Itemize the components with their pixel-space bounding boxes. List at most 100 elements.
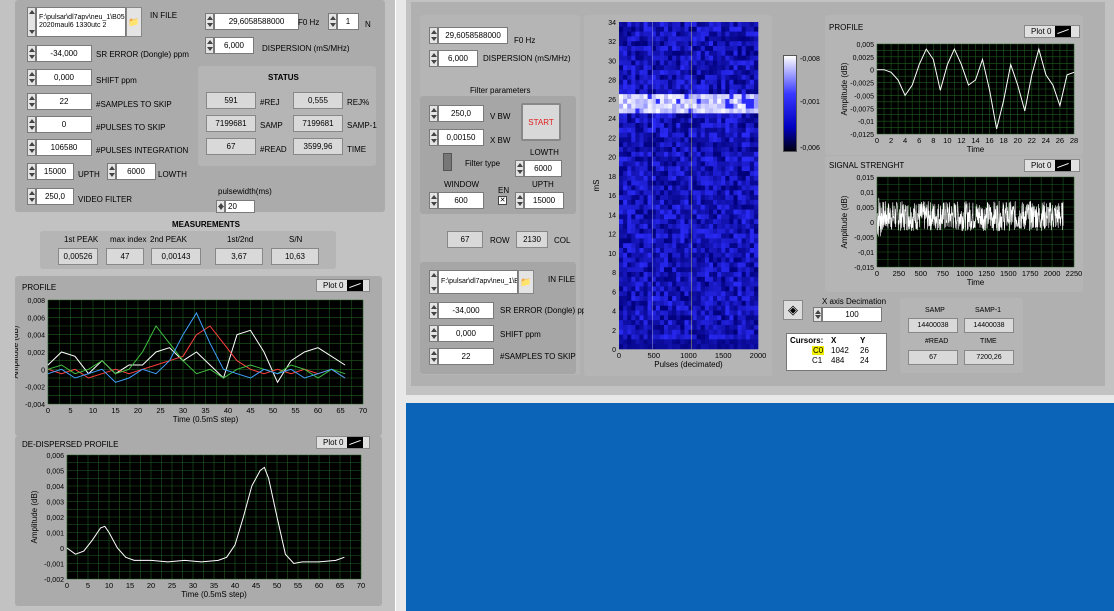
heatmap-cell	[733, 339, 738, 345]
heatmap-cell	[725, 243, 730, 249]
heatmap-cell	[721, 65, 726, 71]
dedispersed-data-point	[251, 485, 253, 487]
heatmap-cell	[753, 127, 759, 133]
heatmap-cell	[639, 329, 644, 335]
heatmap-cell	[643, 281, 648, 287]
heatmap-cell	[745, 65, 751, 71]
heatmap-cell	[655, 89, 661, 95]
right-dispersion-input[interactable]: 6,000	[429, 50, 478, 67]
pulsewidth-input[interactable]: 20	[216, 199, 255, 213]
heatmap-cell	[749, 296, 755, 302]
heatmap-cell	[647, 118, 653, 124]
heatmap-cell	[672, 103, 677, 109]
video-filter-input[interactable]: 250,0	[27, 188, 74, 205]
heatmap-cell	[643, 171, 648, 177]
left-profile-data-point	[223, 343, 224, 344]
cursor-c1-name[interactable]: C1	[812, 356, 822, 365]
lowth-input[interactable]: 6000	[107, 163, 156, 180]
shift-input[interactable]: 0,000	[27, 69, 92, 86]
heatmap-cell	[663, 70, 669, 76]
heatmap-cell	[639, 252, 644, 258]
left-profile-data-point	[155, 373, 157, 374]
xdec-input[interactable]: 100	[813, 307, 882, 322]
left-dispersion-input[interactable]: 6,000	[205, 37, 254, 54]
heatmap-cell	[737, 180, 742, 186]
pan-tool-icon[interactable]: ◈	[783, 300, 803, 320]
vbw-input[interactable]: 250,0	[429, 105, 484, 122]
heatmap-cell	[721, 84, 726, 90]
heatmap-cell	[676, 228, 681, 234]
heatmap-cell	[708, 26, 714, 32]
xbw-input[interactable]: 0,00150	[429, 129, 484, 146]
right-upth-input[interactable]: 15000	[515, 192, 564, 209]
heatmap-cell	[635, 171, 640, 177]
heatmap-cell	[631, 132, 636, 138]
heatmap-cell	[725, 233, 730, 239]
right-folder-icon[interactable]: 📁	[518, 270, 534, 294]
heatmap-cell	[672, 127, 677, 133]
heatmap-cell	[659, 151, 665, 157]
left-scrollbar[interactable]	[396, 0, 406, 611]
heatmap-cell	[713, 320, 718, 326]
signal-x-tick: 250	[893, 269, 906, 278]
right-shift-input[interactable]: 0,000	[429, 325, 494, 342]
signal-legend[interactable]: Plot 0	[1024, 159, 1080, 172]
left-profile-legend[interactable]: Plot 0	[316, 279, 370, 292]
left-profile-data-point	[169, 343, 170, 344]
heatmap-cell	[631, 147, 636, 153]
right-sr-error-input[interactable]: -34,000	[429, 302, 494, 319]
window-input[interactable]: 600	[429, 192, 484, 209]
heatmap-cell	[684, 142, 689, 148]
right-lowth-input[interactable]: 6000	[515, 160, 562, 177]
heatmap-cell	[668, 65, 673, 71]
pulses-skip-input[interactable]: 0	[27, 116, 92, 133]
filter-type-switch[interactable]	[443, 153, 452, 171]
right-profile-data-point	[1017, 84, 1019, 86]
left-n-input[interactable]: 1	[328, 13, 359, 30]
heatmap-cell	[741, 286, 747, 292]
right-hscrollbar[interactable]	[406, 395, 1114, 403]
dedispersed-legend[interactable]: Plot 0	[316, 436, 370, 449]
heatmap-cell	[708, 55, 714, 61]
heatmap-cell	[663, 339, 669, 345]
sr-error-input[interactable]: -34,000	[27, 45, 92, 62]
heatmap-cell	[668, 26, 673, 32]
right-f0-input[interactable]: 29,6058588000	[429, 27, 508, 44]
pulses-integration-input[interactable]: 106580	[27, 139, 92, 156]
left-file-input[interactable]: F:\pulsar\dl7apv\neu_1\B0531+21 2020maul…	[27, 6, 145, 38]
heatmap-cell	[659, 219, 665, 225]
heatmap-cell	[725, 151, 730, 157]
heatmap-cell	[733, 151, 738, 157]
heatmap-cell	[729, 233, 734, 239]
start-button[interactable]: START	[521, 103, 561, 141]
heatmap-cell	[704, 46, 710, 52]
heatmap-cell	[721, 281, 726, 287]
heatmap-cell	[655, 320, 661, 326]
cursor-c0-name[interactable]: C0	[812, 346, 825, 355]
heatmap-cell	[721, 329, 726, 335]
right-file-input[interactable]: F:\pulsar\dl7apv\neu_1\B0531+📁	[429, 270, 534, 294]
heatmap-cell	[627, 185, 632, 191]
folder-icon[interactable]: 📁	[126, 7, 142, 37]
heatmap-cell	[725, 291, 730, 297]
heatmap-cell	[721, 98, 726, 105]
heatmap-cell	[745, 243, 751, 249]
heatmap-cell	[696, 324, 702, 331]
heatmap-cell	[639, 291, 644, 297]
rej-label: #REJ	[260, 98, 280, 107]
upth-input[interactable]: 15000	[27, 163, 74, 180]
en-checkbox[interactable]: ✕	[498, 196, 507, 205]
left-f0-input[interactable]: 29,6058588000	[205, 13, 299, 30]
heatmap-cell	[737, 281, 742, 287]
heatmap-cell	[700, 41, 706, 47]
dedispersed-y-tick: -0,002	[44, 577, 64, 584]
heatmap-cell	[672, 94, 677, 100]
heatmap-cell	[753, 291, 759, 297]
heatmap-cell	[635, 324, 640, 331]
right-samples-skip-input[interactable]: 22	[429, 348, 494, 365]
heatmap-cell	[659, 291, 665, 297]
heatmap-cell	[749, 320, 755, 326]
heatmap-cell	[680, 305, 685, 311]
samples-skip-input[interactable]: 22	[27, 93, 92, 110]
heatmap-cell	[639, 305, 644, 311]
